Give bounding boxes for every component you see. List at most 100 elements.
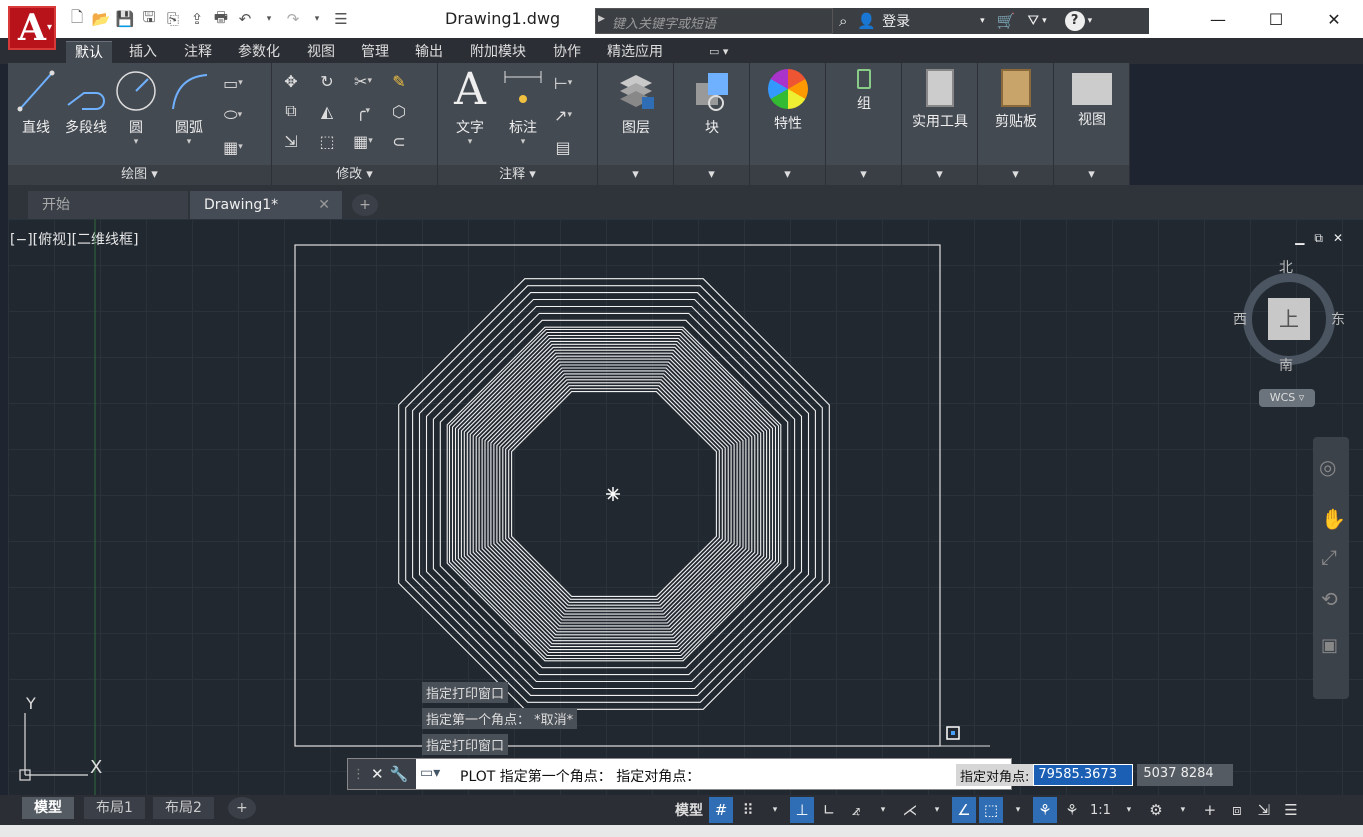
object-snap-dropdown-icon[interactable]: ▾ — [1006, 797, 1030, 823]
copy-icon[interactable]: ⧉ — [278, 99, 304, 123]
save-icon[interactable]: 💾 — [114, 8, 136, 30]
steering-wheel-icon[interactable]: ◎ — [1319, 455, 1336, 479]
compass-south[interactable]: 南 — [1279, 355, 1293, 375]
redo-dropdown-icon[interactable]: ▾ — [306, 8, 328, 30]
text-dropdown-icon[interactable]: ▾ — [446, 137, 494, 147]
binoculars-icon[interactable]: ⌕ — [839, 12, 847, 30]
compass-north[interactable]: 北 — [1279, 257, 1293, 277]
hardware-accel-icon[interactable]: ⇲ — [1252, 797, 1276, 823]
help-dropdown-icon[interactable]: ▾ — [1088, 16, 1093, 26]
search-input[interactable]: 键入关键字或短语 — [595, 8, 833, 34]
login-label[interactable]: 登录 — [882, 11, 910, 31]
tab-featured-apps[interactable]: 精选应用 — [598, 41, 672, 64]
ellipse-icon[interactable]: ⬭ ▾ — [220, 103, 246, 127]
polar-tracking-icon[interactable]: ⦨ — [844, 797, 868, 823]
dynamic-input[interactable]: 指定对角点: 79585.3673 5037 8284 — [956, 764, 1234, 786]
fillet-icon[interactable]: ╭ ▾ — [350, 99, 376, 123]
explode-icon[interactable]: ⬡ — [386, 99, 412, 123]
erase-icon[interactable]: ✎ — [386, 69, 412, 93]
trim-icon[interactable]: ✂ ▾ — [350, 69, 376, 93]
dynamic-input-y[interactable]: 5037 8284 — [1137, 764, 1234, 786]
workspace-gear-icon[interactable]: ⚙ — [1144, 797, 1168, 823]
export-icon[interactable]: ⇪ — [186, 8, 208, 30]
command-customize-icon[interactable]: 🔧 — [390, 765, 409, 783]
group-panel[interactable]: 组 ▾ — [826, 63, 902, 185]
command-recent-icon[interactable]: ▭▾ — [420, 765, 440, 781]
showmotion-icon[interactable]: ▣ — [1321, 635, 1338, 656]
tab-manage[interactable]: 管理 — [352, 41, 398, 64]
maximize-icon[interactable]: ☐ — [1247, 0, 1305, 38]
clipboard-button[interactable]: 剪贴板 — [978, 69, 1054, 131]
dimension-button[interactable]: 标注 ▾ — [500, 67, 546, 147]
command-input[interactable]: PLOT 指定第一个角点： 指定对角点： — [460, 766, 700, 786]
mirror-icon[interactable]: ◭ — [314, 99, 340, 123]
tab-collaborate[interactable]: 协作 — [544, 41, 590, 64]
tab-drawing1[interactable]: Drawing1* ✕ — [190, 191, 342, 219]
rotate-icon[interactable]: ↻ — [314, 69, 340, 93]
object-snap-icon[interactable]: ⬚ — [979, 797, 1003, 823]
block-button[interactable]: 块 — [674, 69, 750, 137]
user-icon[interactable]: 👤 — [857, 12, 876, 30]
zoom-extents-icon[interactable]: ⤢ — [1321, 545, 1337, 569]
view-panel[interactable]: 视图 ▾ — [1054, 63, 1130, 185]
properties-panel[interactable]: 特性 ▾ — [750, 63, 826, 185]
array-icon[interactable]: ▦ ▾ — [350, 129, 376, 153]
orbit-icon[interactable]: ⟲ — [1321, 587, 1338, 611]
cart-icon[interactable]: 🛒 — [997, 12, 1016, 30]
polyline-button[interactable]: 多段线 — [60, 69, 112, 137]
wcs-menu-button[interactable]: WCS ▿ — [1259, 389, 1315, 407]
tab-parametric[interactable]: 参数化 — [229, 41, 289, 64]
open-file-icon[interactable]: 📂 — [90, 8, 112, 30]
compass-east[interactable]: 东 — [1331, 309, 1345, 329]
isodraft-dropdown-icon[interactable]: ▾ — [925, 797, 949, 823]
arc-button[interactable]: 圆弧 ▾ — [164, 69, 214, 147]
undo-dropdown-icon[interactable]: ▾ — [258, 8, 280, 30]
annotation-panel-title[interactable]: 注释 ▾ — [438, 165, 597, 185]
block-panel[interactable]: 块 ▾ — [674, 63, 750, 185]
layers-dropdown-icon[interactable]: ▾ — [598, 165, 673, 185]
layers-panel[interactable]: 图层 ▾ — [598, 63, 674, 185]
group-dropdown-icon[interactable]: ▾ — [826, 165, 901, 185]
text-button[interactable]: A 文字 ▾ — [446, 67, 494, 148]
a360-icon[interactable]: ⛛ — [1027, 13, 1039, 29]
tab-insert[interactable]: 插入 — [120, 41, 166, 64]
view-dropdown-icon[interactable]: ▾ — [1054, 165, 1129, 185]
auto-scale-icon[interactable]: ⚘ — [1060, 797, 1084, 823]
draw-panel-title[interactable]: 绘图 ▾ — [8, 165, 271, 185]
customize-qat-icon[interactable]: ☰ — [330, 8, 352, 30]
ribbon-minimize-icon[interactable]: ▭ ▾ — [700, 41, 737, 64]
table-icon[interactable]: ▤ — [550, 135, 576, 159]
view-button[interactable]: 视图 — [1054, 69, 1130, 129]
group-button[interactable]: 组 — [826, 69, 902, 113]
minimize-icon[interactable]: — — [1189, 0, 1247, 38]
new-tab-button[interactable]: + — [352, 194, 378, 216]
drawing-viewport[interactable]: [−][俯视][二维线框] ▁ ⧉ ✕ Y X 上 北 南 西 东 WCS ▿ … — [8, 219, 1363, 795]
annotation-scale[interactable]: 1:1 — [1087, 797, 1114, 823]
dimension-dropdown-icon[interactable]: ▾ — [500, 137, 546, 147]
arc-dropdown-icon[interactable]: ▾ — [164, 137, 214, 147]
layers-button[interactable]: 图层 — [598, 69, 674, 137]
clipboard-panel[interactable]: 剪贴板 ▾ — [978, 63, 1054, 185]
workspace-dropdown-icon[interactable]: ▾ — [1171, 797, 1195, 823]
properties-button[interactable]: 特性 — [750, 69, 826, 133]
customize-status-icon[interactable]: ☰ — [1279, 797, 1303, 823]
offset-icon[interactable]: ⊂ — [386, 129, 412, 153]
open-web-icon[interactable]: ⎘ — [162, 8, 184, 30]
move-icon[interactable]: ✥ — [278, 69, 304, 93]
viewcube[interactable]: 上 北 南 西 东 — [1233, 260, 1345, 375]
close-icon[interactable]: ✕ — [1305, 0, 1363, 38]
print-icon[interactable]: 🖶 — [210, 8, 232, 30]
modify-panel-title[interactable]: 修改 ▾ — [272, 165, 437, 185]
tab-view[interactable]: 视图 — [298, 41, 344, 64]
annotation-visibility-icon[interactable]: ⚘ — [1033, 797, 1057, 823]
save-as-icon[interactable]: 🖫 — [138, 8, 160, 30]
login-dropdown-icon[interactable]: ▾ — [980, 16, 985, 26]
tab-addins[interactable]: 附加模块 — [461, 41, 535, 64]
stretch-icon[interactable]: ⇲ — [278, 129, 304, 153]
command-line[interactable]: ⋮ ✕ 🔧 ▭▾ PLOT 指定第一个角点： 指定对角点： — [347, 758, 1012, 790]
polar-dropdown-icon[interactable]: ▾ — [871, 797, 895, 823]
block-dropdown-icon[interactable]: ▾ — [674, 165, 749, 185]
undo-icon[interactable]: ↶ — [234, 8, 256, 30]
close-tab-icon[interactable]: ✕ — [318, 191, 330, 219]
dynamic-input-x[interactable]: 79585.3673 — [1033, 764, 1134, 786]
